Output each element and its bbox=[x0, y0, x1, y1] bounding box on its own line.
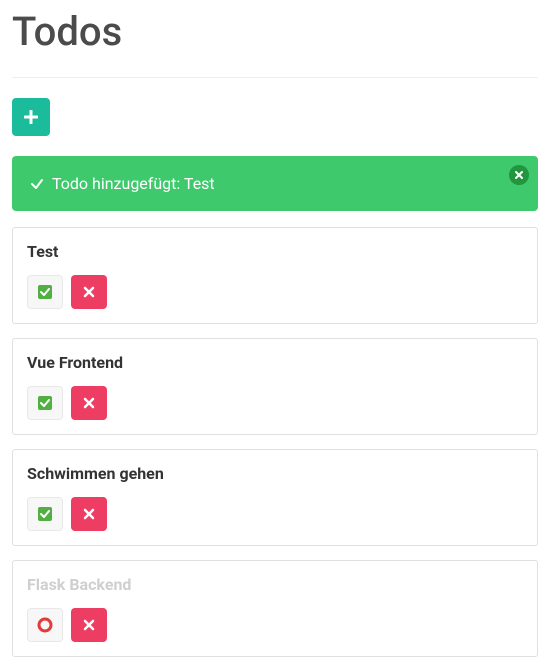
divider bbox=[12, 77, 538, 78]
success-alert: Todo hinzugefügt: Test bbox=[12, 156, 538, 211]
todo-actions bbox=[27, 497, 523, 531]
todo-title: Flask Backend bbox=[27, 575, 523, 594]
times-icon bbox=[83, 619, 95, 631]
toggle-complete-button[interactable] bbox=[27, 275, 63, 309]
toggle-complete-button[interactable] bbox=[27, 386, 63, 420]
todo-actions bbox=[27, 275, 523, 309]
page-title: Todos bbox=[12, 8, 538, 55]
alert-close-button[interactable] bbox=[509, 165, 529, 185]
todo-actions bbox=[27, 608, 523, 642]
check-icon bbox=[30, 177, 44, 191]
todo-card: Flask Backend bbox=[12, 560, 538, 657]
todo-card: Test bbox=[12, 227, 538, 324]
delete-todo-button[interactable] bbox=[71, 497, 107, 531]
todo-title: Vue Frontend bbox=[27, 353, 523, 372]
todo-card: Vue Frontend bbox=[12, 338, 538, 435]
check-square-icon bbox=[37, 506, 53, 522]
times-icon bbox=[83, 286, 95, 298]
circle-icon bbox=[37, 617, 53, 633]
toggle-complete-button[interactable] bbox=[27, 608, 63, 642]
close-icon bbox=[514, 170, 524, 180]
todo-title: Test bbox=[27, 242, 523, 261]
todo-actions bbox=[27, 386, 523, 420]
delete-todo-button[interactable] bbox=[71, 608, 107, 642]
delete-todo-button[interactable] bbox=[71, 386, 107, 420]
times-icon bbox=[83, 397, 95, 409]
todo-card: Schwimmen gehen bbox=[12, 449, 538, 546]
times-icon bbox=[83, 508, 95, 520]
toggle-complete-button[interactable] bbox=[27, 497, 63, 531]
alert-message: Todo hinzugefügt: Test bbox=[52, 174, 215, 193]
plus-icon bbox=[24, 110, 38, 124]
delete-todo-button[interactable] bbox=[71, 275, 107, 309]
todo-title: Schwimmen gehen bbox=[27, 464, 523, 483]
check-square-icon bbox=[37, 284, 53, 300]
check-square-icon bbox=[37, 395, 53, 411]
add-todo-button[interactable] bbox=[12, 98, 50, 136]
todos-list: Test Vue Frontend Schwimmen gehen Flask Bac… bbox=[12, 227, 538, 657]
